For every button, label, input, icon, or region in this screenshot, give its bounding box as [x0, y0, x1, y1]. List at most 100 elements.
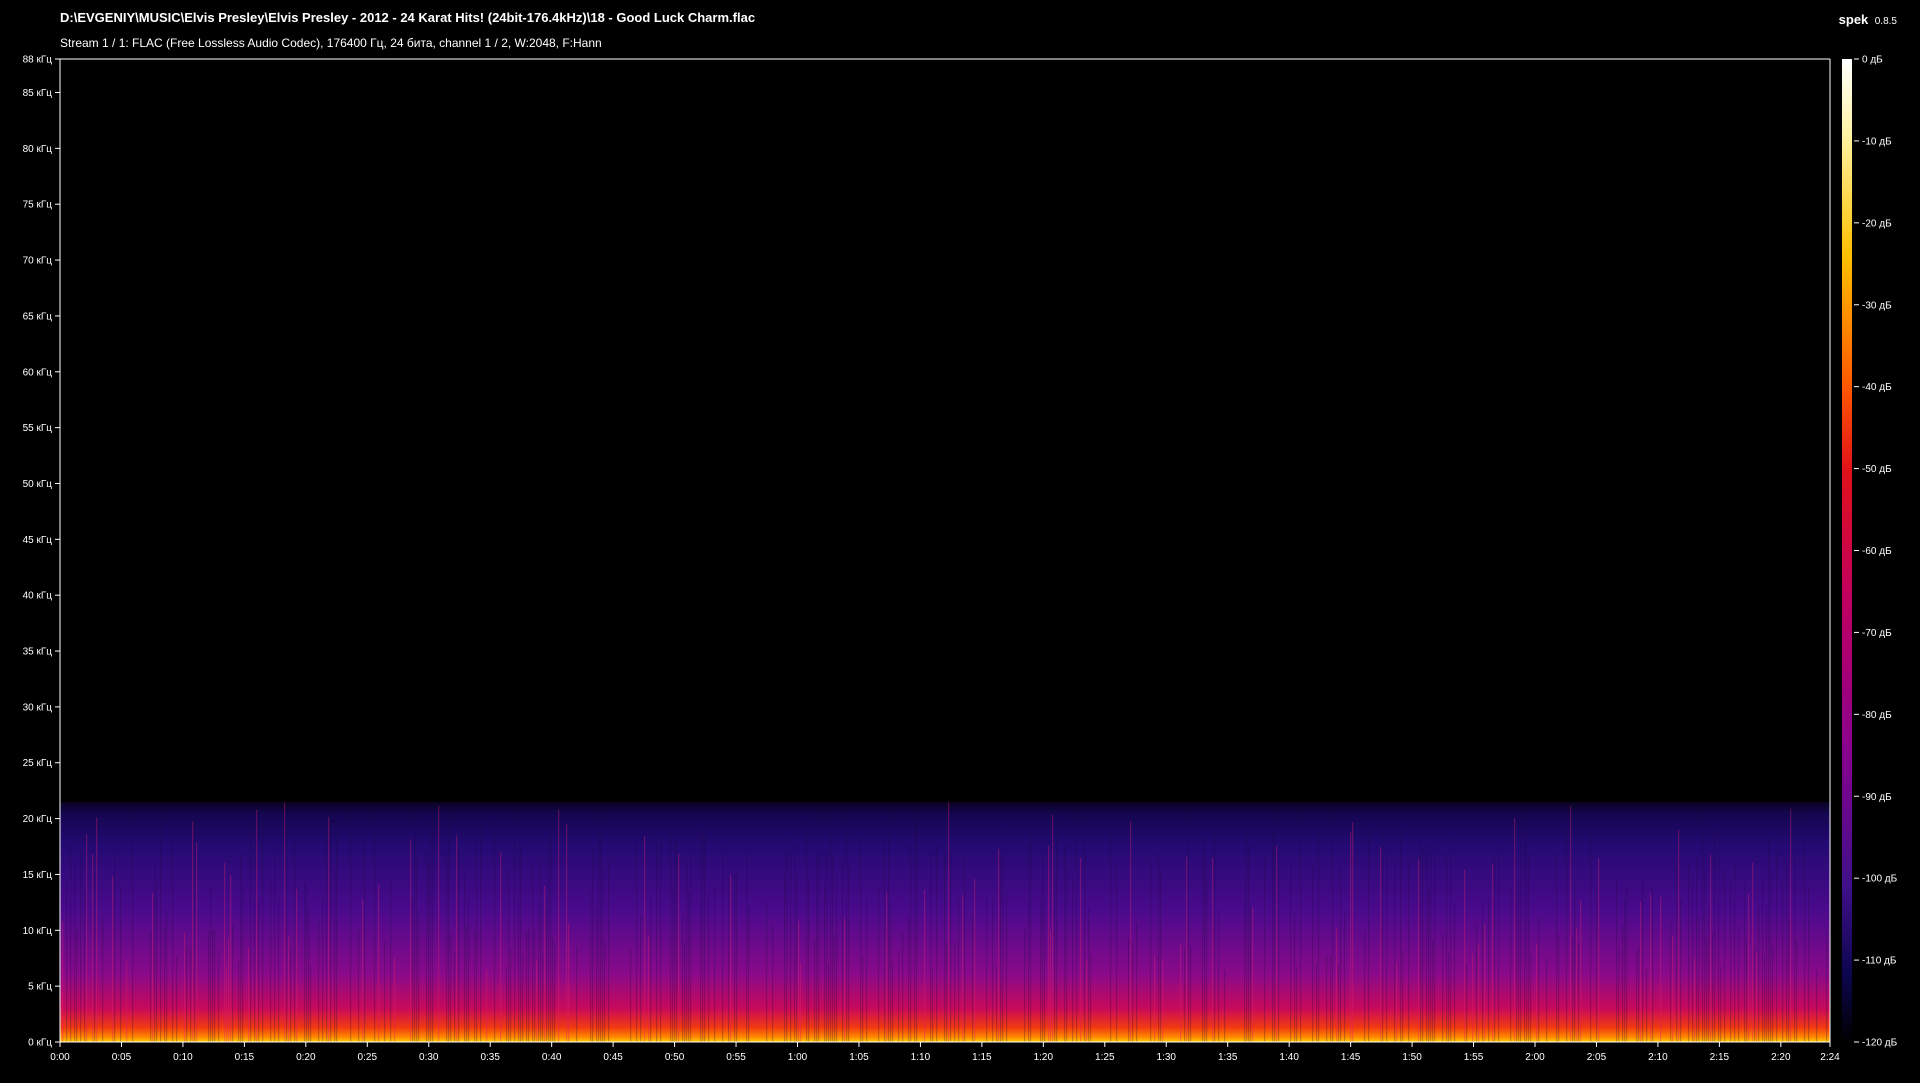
spectral-streak — [1000, 857, 1002, 1042]
spectral-streak — [1696, 858, 1698, 1042]
spectral-streak — [1180, 944, 1182, 1042]
spectral-streak — [1422, 845, 1424, 1042]
spectral-streak — [798, 921, 800, 1042]
spectral-streak — [1030, 824, 1032, 1042]
spectral-streak — [932, 968, 934, 1042]
spectral-streak — [1746, 939, 1748, 1042]
x-tick-label: 1:55 — [1464, 1052, 1484, 1063]
spectral-streak — [1204, 833, 1206, 1042]
spectral-streak — [1380, 846, 1382, 1042]
spectral-streak — [154, 863, 156, 1042]
spectral-streak — [208, 931, 210, 1042]
spectral-streak — [1570, 805, 1572, 1042]
spectral-streak — [446, 850, 448, 1042]
spectral-streak — [684, 942, 686, 1042]
spectral-streak — [636, 823, 638, 1042]
spectral-streak — [1340, 865, 1342, 1042]
spectral-streak — [650, 898, 652, 1042]
spectral-streak — [946, 943, 948, 1042]
spectral-streak — [1598, 858, 1600, 1042]
spectral-streak — [1744, 884, 1746, 1042]
spectral-streak — [888, 805, 890, 1042]
spectral-streak — [846, 812, 848, 1042]
spectral-streak — [1704, 870, 1706, 1042]
spectral-streak — [1090, 955, 1092, 1042]
spectral-streak — [350, 810, 352, 1042]
spectral-streak — [576, 946, 578, 1042]
spectral-streak — [416, 858, 418, 1042]
spectral-streak — [550, 817, 552, 1042]
spectral-streak — [1294, 912, 1296, 1042]
spectral-streak — [1188, 812, 1190, 1042]
spectral-streak — [1066, 867, 1068, 1042]
spectral-streak — [522, 953, 524, 1042]
spectral-streak — [878, 885, 880, 1042]
spectral-streak — [924, 889, 926, 1042]
spectral-streak — [832, 855, 834, 1042]
spectral-streak — [296, 888, 298, 1042]
spectral-streak — [70, 843, 72, 1042]
spectral-streak — [102, 914, 104, 1042]
x-tick-label: 1:15 — [972, 1052, 992, 1063]
spectral-streak — [1494, 856, 1496, 1042]
spectral-streak — [702, 826, 704, 1042]
spectral-streak — [184, 932, 186, 1042]
spectral-streak — [1676, 866, 1678, 1042]
spectral-streak — [1734, 863, 1736, 1042]
spectral-streak — [688, 891, 690, 1042]
y-tick-label: 75 кГц — [23, 200, 53, 211]
spectral-streak — [474, 931, 476, 1042]
spectral-streak — [1206, 879, 1208, 1042]
spectral-streak — [164, 927, 166, 1042]
spectral-streak — [600, 808, 602, 1042]
spectral-streak — [1636, 951, 1638, 1042]
spectral-streak — [690, 830, 692, 1042]
spectral-streak — [1652, 886, 1654, 1042]
spectral-streak — [1482, 900, 1484, 1042]
spectral-streak — [1224, 969, 1226, 1042]
spectral-streak — [676, 842, 678, 1042]
spectral-streak — [1352, 822, 1354, 1042]
spectral-streak — [1572, 938, 1574, 1042]
spectral-streak — [92, 854, 94, 1042]
spectral-streak — [336, 818, 338, 1042]
spectral-streak — [974, 878, 976, 1042]
spectral-streak — [536, 961, 538, 1042]
spectral-streak — [322, 897, 324, 1042]
spectral-streak — [250, 819, 252, 1042]
spectral-streak — [1048, 845, 1050, 1042]
spectral-streak — [640, 916, 642, 1042]
spectral-streak — [566, 823, 568, 1042]
spectral-streak — [358, 929, 360, 1042]
colorbar-tick-label: -120 дБ — [1862, 1038, 1898, 1049]
spectral-streak — [1006, 891, 1008, 1042]
spectral-streak — [784, 872, 786, 1042]
spectral-streak — [1396, 963, 1398, 1042]
spectral-streak — [1618, 948, 1620, 1042]
spectral-streak — [602, 868, 604, 1042]
spectral-streak — [1276, 846, 1278, 1042]
spectral-streak — [1536, 943, 1538, 1042]
spectral-streak — [1768, 836, 1770, 1042]
spectral-streak — [1578, 944, 1580, 1042]
spectral-streak — [528, 927, 530, 1042]
spectral-streak — [1738, 925, 1740, 1042]
spectral-streak — [518, 839, 520, 1042]
spectral-streak — [464, 875, 466, 1042]
spectral-streak — [568, 923, 570, 1042]
spectral-streak — [1248, 845, 1250, 1042]
spectral-streak — [86, 834, 88, 1042]
spectral-streak — [656, 843, 658, 1042]
x-tick-label: 0:25 — [358, 1052, 378, 1063]
colorbar: 0 дБ -10 дБ -20 дБ -30 дБ -40 дБ -50 дБ -60 дБ… — [1842, 55, 1898, 1049]
spectral-streak — [1420, 816, 1422, 1042]
spectral-streak — [1702, 803, 1704, 1042]
spectral-streak — [962, 894, 964, 1042]
spectral-streak — [120, 884, 122, 1042]
spectral-streak — [1408, 860, 1410, 1042]
spectral-streak — [608, 861, 610, 1042]
spectral-streak — [242, 886, 244, 1042]
spectral-streak — [1770, 871, 1772, 1042]
spectral-streak — [248, 947, 250, 1042]
spectral-streak — [468, 896, 470, 1042]
